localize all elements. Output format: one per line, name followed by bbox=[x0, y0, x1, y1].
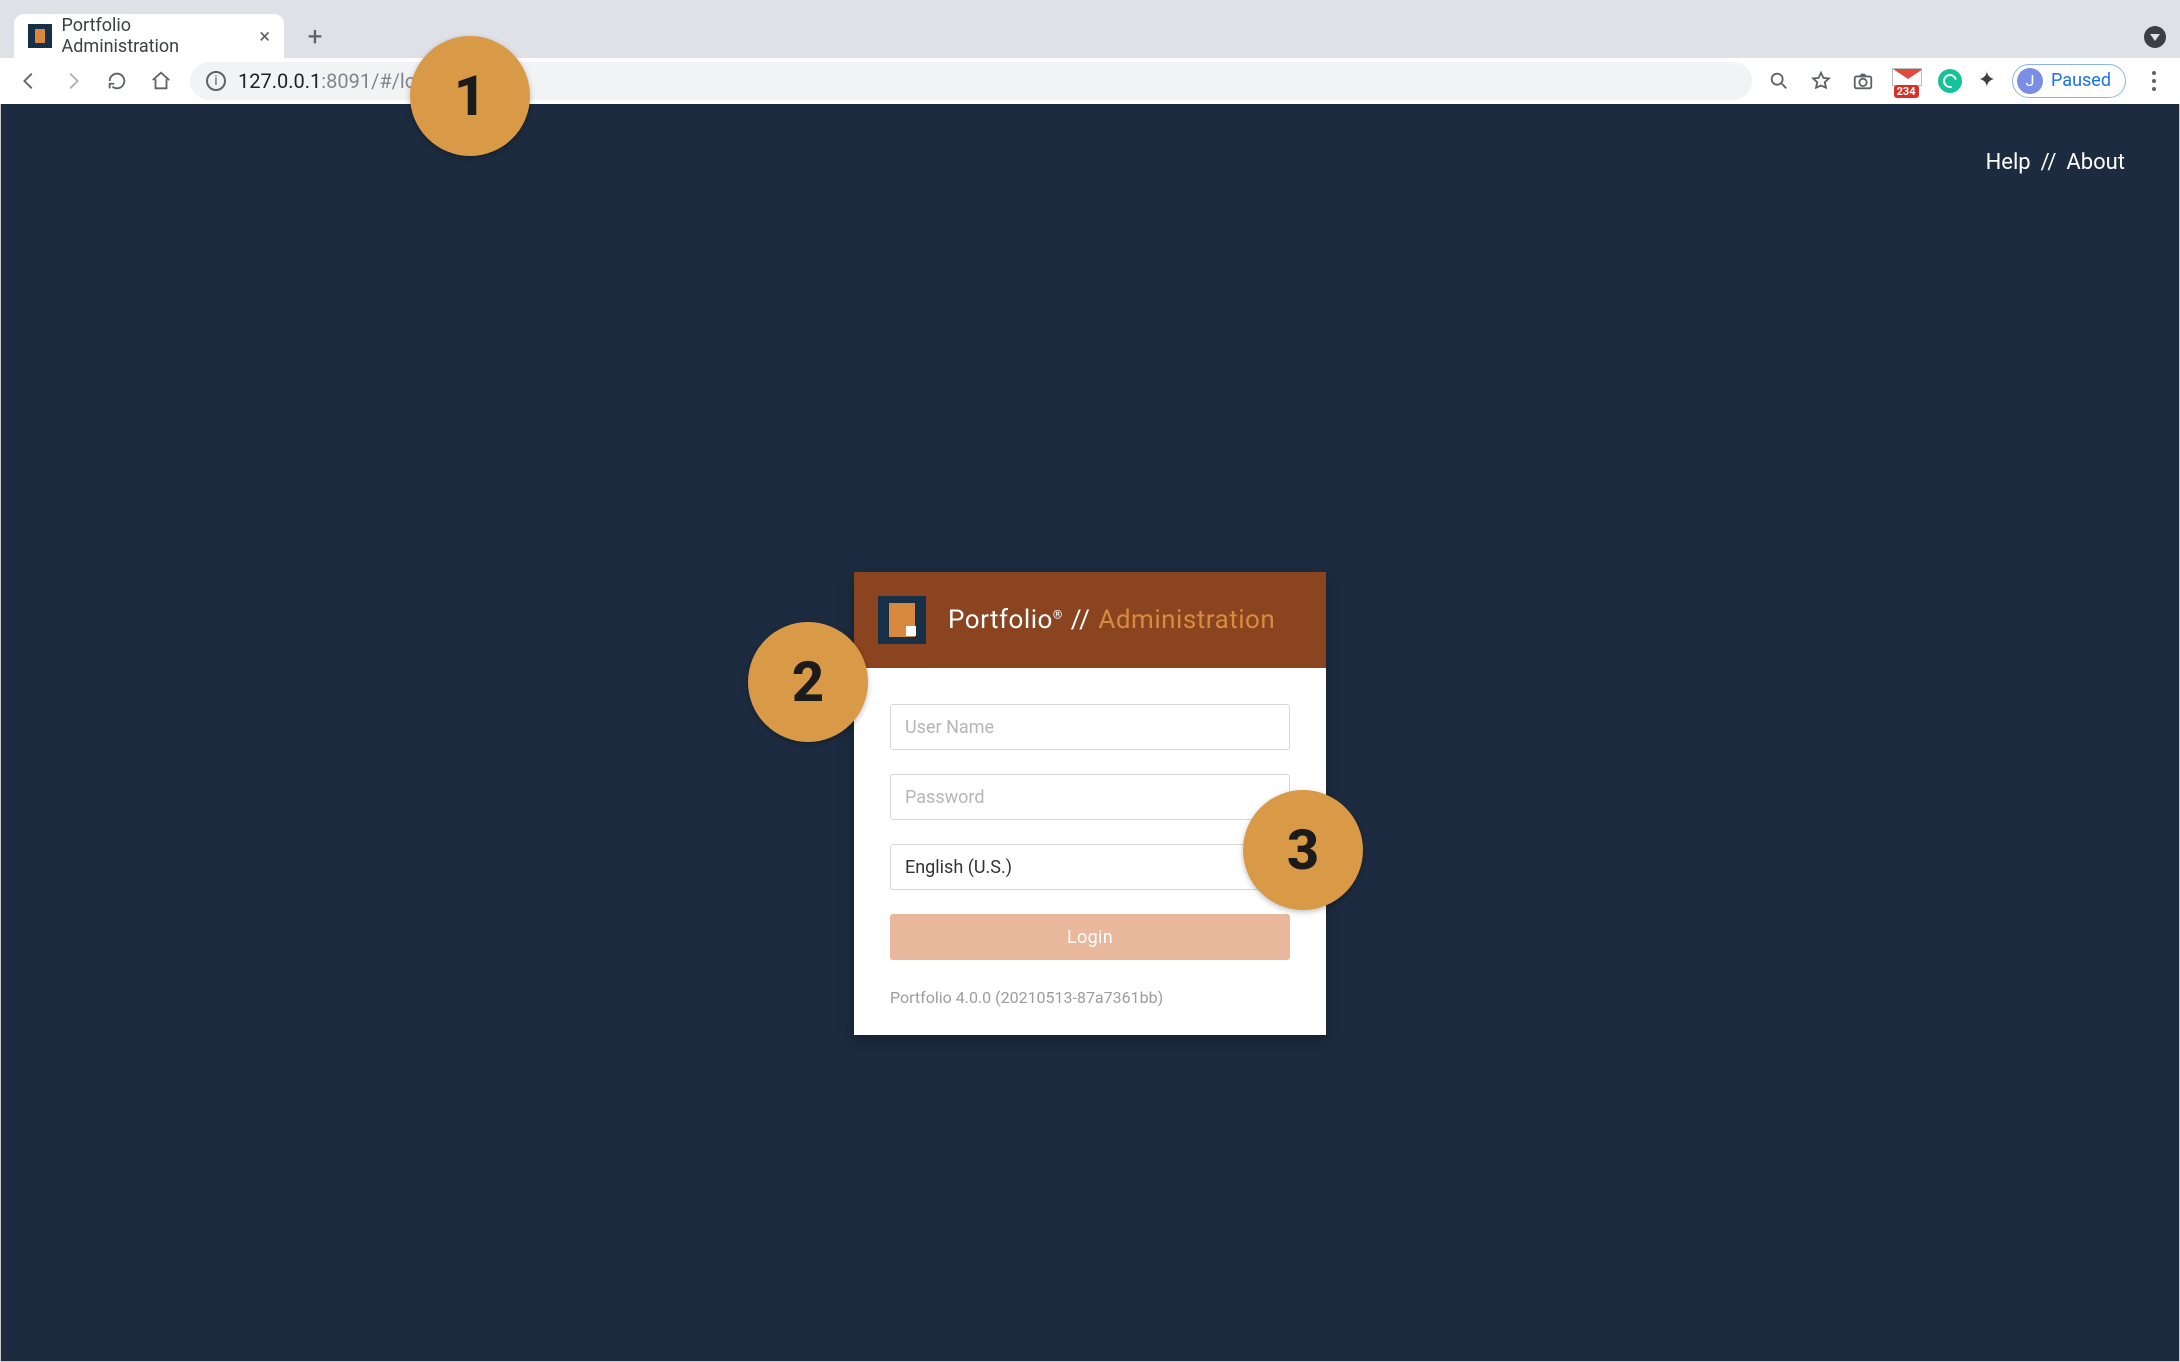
tab-strip: Portfolio Administration × + bbox=[0, 0, 2180, 58]
language-select-wrap: English (U.S.) bbox=[890, 844, 1290, 890]
login-card-header: Portfolio® // Administration bbox=[854, 572, 1326, 668]
browser-tab[interactable]: Portfolio Administration × bbox=[14, 14, 284, 58]
top-links-separator: // bbox=[2041, 150, 2057, 175]
extensions-icon[interactable]: ✦ bbox=[1978, 70, 1996, 92]
reload-button[interactable] bbox=[102, 66, 132, 96]
camera-icon[interactable] bbox=[1850, 68, 1876, 94]
login-button[interactable]: Login bbox=[890, 914, 1290, 960]
new-tab-button[interactable]: + bbox=[298, 20, 332, 54]
toolbar-right: 234 ✦ J Paused bbox=[1766, 64, 2166, 98]
version-text: Portfolio 4.0.0 (20210513-87a7361bb) bbox=[890, 988, 1290, 1007]
forward-button[interactable] bbox=[58, 66, 88, 96]
window-dropdown-icon[interactable] bbox=[2144, 26, 2166, 48]
login-card: Portfolio® // Administration English (U.… bbox=[854, 572, 1326, 1035]
language-select[interactable]: English (U.S.) bbox=[890, 844, 1290, 890]
site-info-icon[interactable]: i bbox=[206, 71, 226, 91]
username-input[interactable] bbox=[890, 704, 1290, 750]
annotation-badge-2: 2 bbox=[748, 622, 868, 742]
profile-chip[interactable]: J Paused bbox=[2012, 64, 2126, 98]
profile-avatar: J bbox=[2017, 68, 2043, 94]
brand-separator: // bbox=[1071, 605, 1091, 635]
password-input[interactable] bbox=[890, 774, 1290, 820]
bookmark-star-icon[interactable] bbox=[1808, 68, 1834, 94]
annotation-badge-1: 1 bbox=[410, 36, 530, 156]
annotation-badge-3: 3 bbox=[1243, 790, 1363, 910]
about-link[interactable]: About bbox=[2066, 150, 2125, 175]
gmail-extension-icon[interactable]: 234 bbox=[1892, 68, 1922, 94]
brand-registered: ® bbox=[1053, 607, 1063, 621]
top-links: Help // About bbox=[1986, 150, 2125, 175]
browser-window: Portfolio Administration × + i 127.0.0.1… bbox=[0, 0, 2180, 1362]
brand-suffix: Administration bbox=[1098, 605, 1275, 635]
grammarly-extension-icon[interactable] bbox=[1938, 69, 1962, 93]
portfolio-logo-icon bbox=[878, 596, 926, 644]
brand-text: Portfolio® // Administration bbox=[948, 605, 1275, 635]
browser-toolbar: i 127.0.0.1:8091/#/login 234 ✦ J bbox=[0, 58, 2180, 104]
tab-close-icon[interactable]: × bbox=[259, 26, 270, 46]
tab-favicon bbox=[28, 24, 52, 48]
profile-state: Paused bbox=[2051, 70, 2111, 91]
back-button[interactable] bbox=[14, 66, 44, 96]
tab-title: Portfolio Administration bbox=[62, 15, 250, 57]
app-viewport: Help // About Portfolio® // Administrati… bbox=[0, 104, 2180, 1362]
zoom-icon[interactable] bbox=[1766, 68, 1792, 94]
browser-menu-icon[interactable] bbox=[2142, 71, 2166, 91]
home-button[interactable] bbox=[146, 66, 176, 96]
help-link[interactable]: Help bbox=[1986, 150, 2031, 175]
url-host: 127.0.0.1 bbox=[238, 69, 321, 93]
brand-name: Portfolio bbox=[948, 605, 1053, 635]
gmail-unread-count: 234 bbox=[1894, 85, 1919, 98]
